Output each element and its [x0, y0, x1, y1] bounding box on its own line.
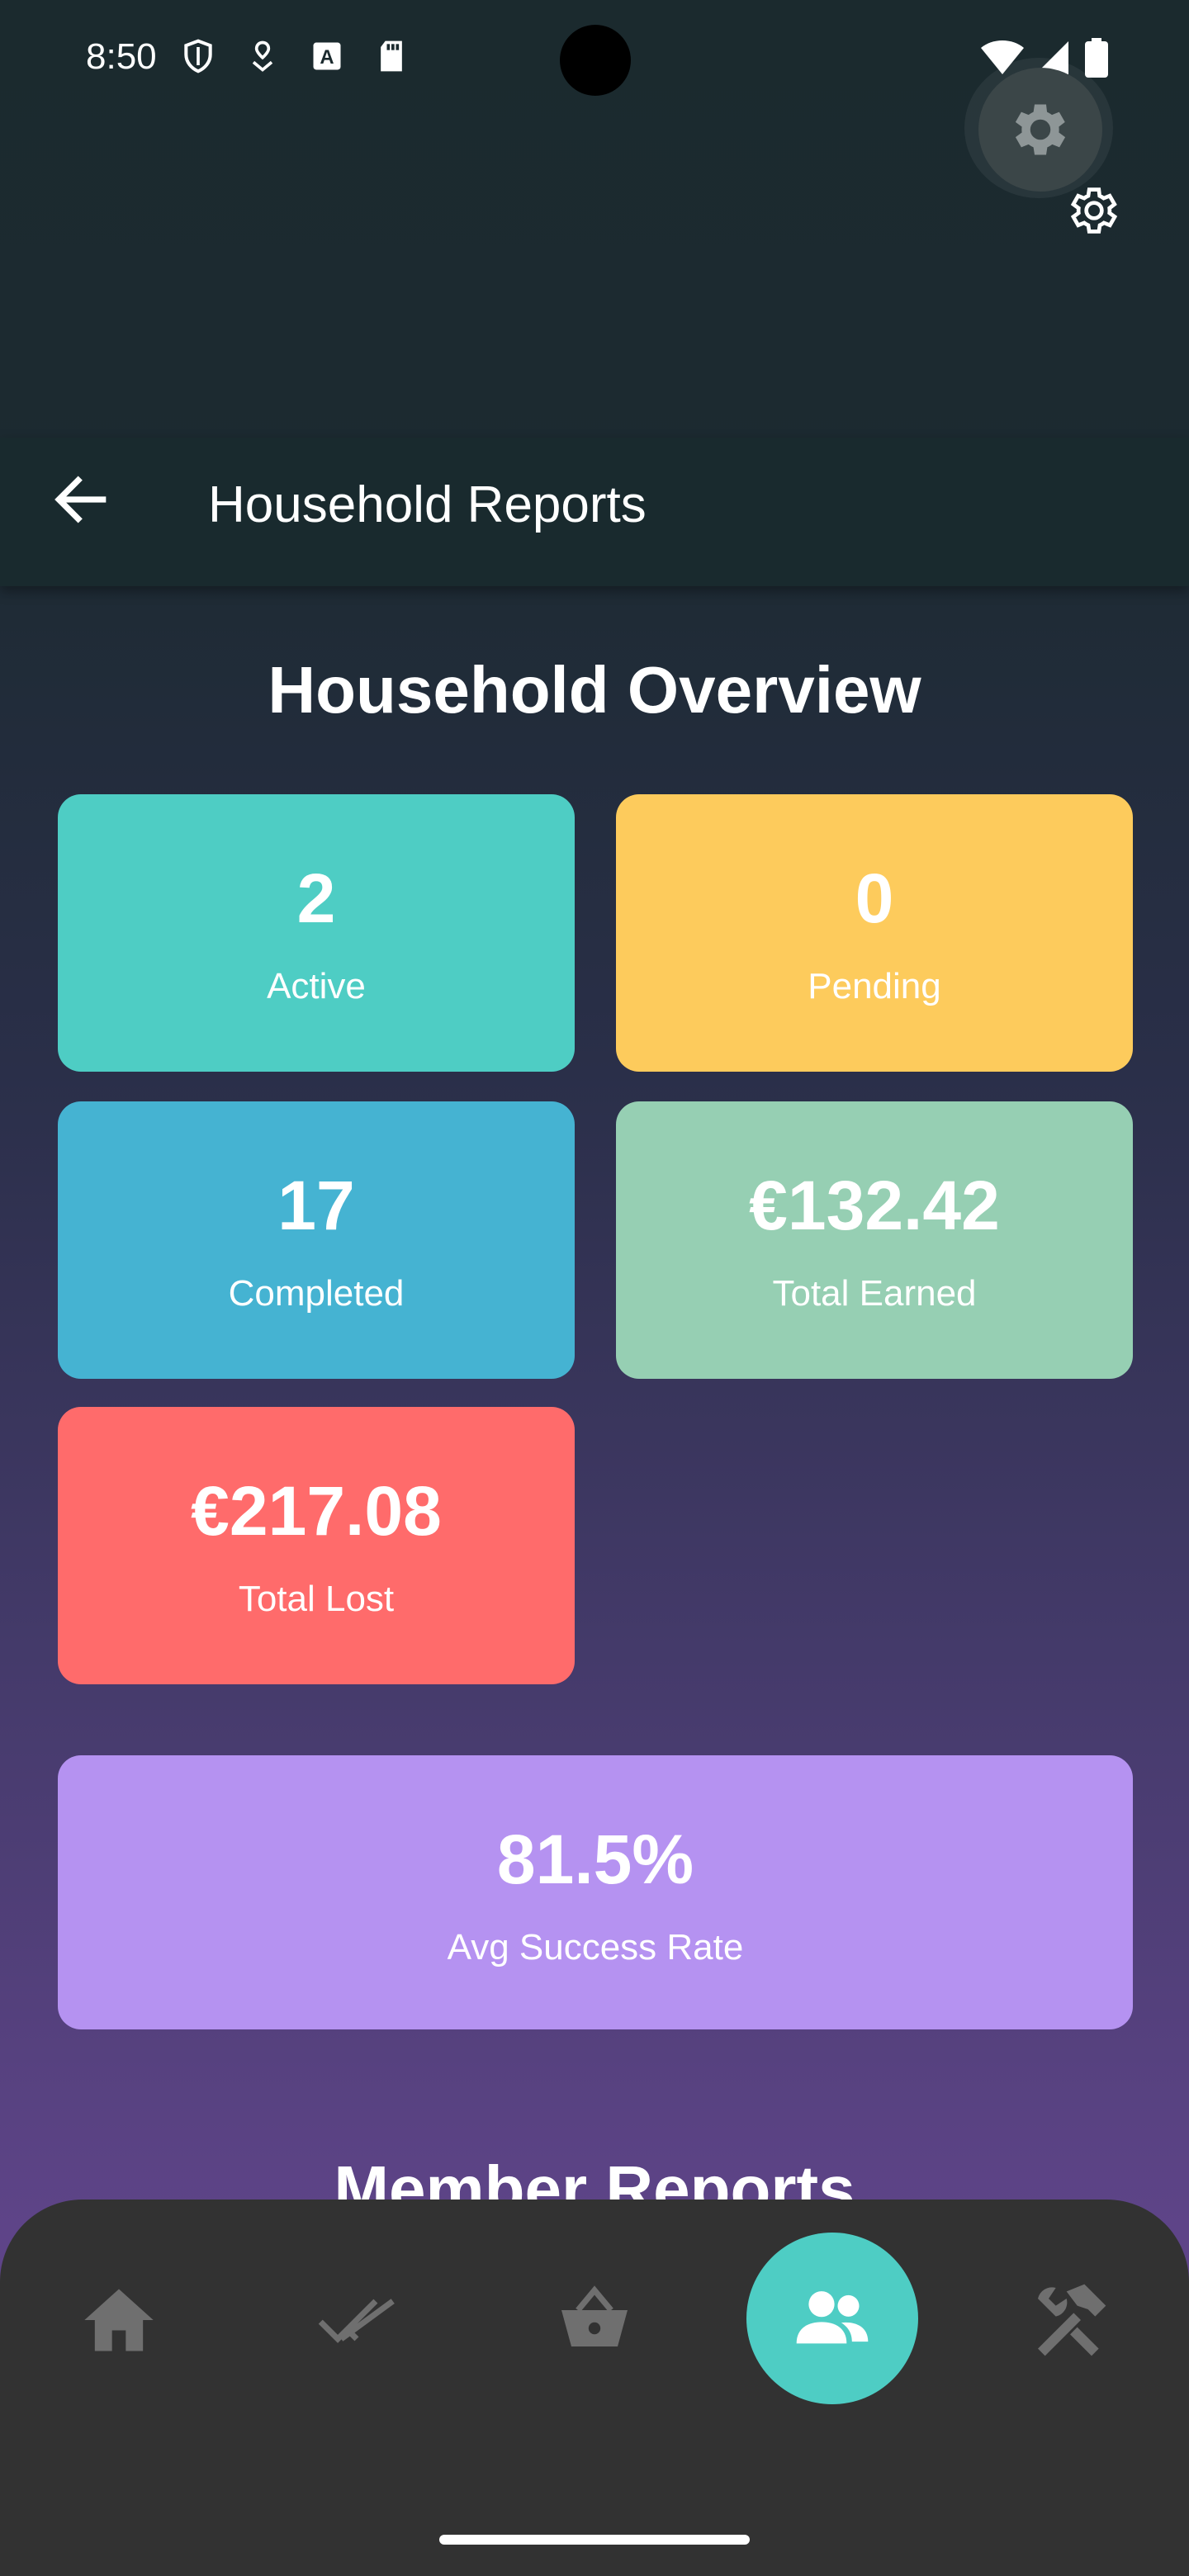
- gear-icon: [1015, 104, 1066, 155]
- stat-value: 2: [296, 859, 336, 937]
- settings-gear-icon[interactable]: [1065, 182, 1123, 239]
- location-pin-icon: [252, 40, 273, 72]
- stat-label: Active: [267, 966, 366, 1006]
- nav-tools[interactable]: [1021, 2271, 1120, 2370]
- stat-card-total-earned[interactable]: €132.42 Total Earned: [616, 1101, 1133, 1379]
- tools-icon: [1038, 2284, 1106, 2356]
- bottom-navigation: [0, 2200, 1189, 2576]
- stat-card-pending[interactable]: 0 Pending: [616, 794, 1133, 1072]
- home-indicator[interactable]: [439, 2535, 750, 2545]
- stat-card-active[interactable]: 2 Active: [58, 794, 575, 1072]
- basket-icon: [561, 2285, 628, 2346]
- camera-cutout: [560, 25, 631, 96]
- a-badge-icon: A: [313, 42, 341, 70]
- nav-tasks[interactable]: [307, 2271, 406, 2370]
- stat-card-total-lost[interactable]: €217.08 Total Lost: [58, 1407, 575, 1684]
- back-arrow-icon[interactable]: [48, 466, 114, 533]
- svg-text:A: A: [320, 46, 334, 69]
- stat-value: 17: [277, 1167, 355, 1244]
- status-time: 8:50: [86, 36, 157, 77]
- stat-label: Completed: [228, 1273, 405, 1314]
- stat-value: 81.5%: [496, 1821, 694, 1898]
- nav-shop[interactable]: [545, 2271, 644, 2370]
- stat-label: Total Earned: [772, 1273, 977, 1314]
- page-title: Household Reports: [208, 476, 647, 533]
- stat-value: 0: [855, 859, 894, 937]
- battery-icon: [1085, 38, 1108, 78]
- stat-label: Avg Success Rate: [447, 1927, 744, 1968]
- nav-home[interactable]: [69, 2271, 168, 2370]
- double-check-icon: [318, 2299, 395, 2343]
- home-icon: [84, 2289, 154, 2351]
- shield-icon: [184, 39, 212, 73]
- stat-card-completed[interactable]: 17 Completed: [58, 1101, 575, 1379]
- nav-household[interactable]: [746, 2233, 918, 2404]
- sd-card-icon: [381, 40, 402, 72]
- people-icon: [796, 2291, 869, 2344]
- stat-value: €132.42: [749, 1167, 1000, 1244]
- stat-label: Pending: [808, 966, 941, 1006]
- stat-value: €217.08: [191, 1472, 442, 1550]
- overview-title: Household Overview: [268, 653, 921, 727]
- stat-card-avg-success-rate[interactable]: 81.5% Avg Success Rate: [58, 1755, 1133, 2029]
- floating-settings-button[interactable]: [978, 68, 1102, 192]
- stat-label: Total Lost: [238, 1579, 395, 1619]
